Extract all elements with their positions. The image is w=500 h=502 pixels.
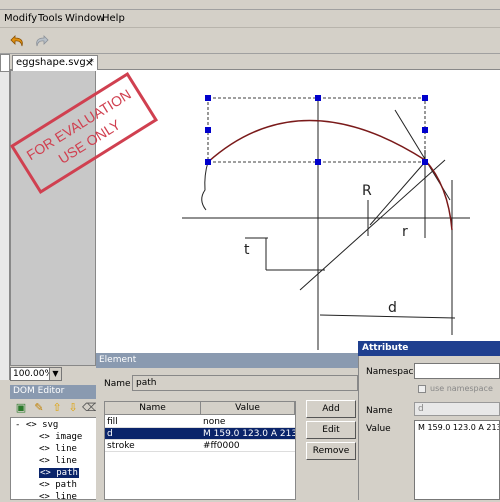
attribute-table[interactable]: Name Value fill none d M 159.0 123.0 A 2… [104, 401, 296, 500]
left-dock [0, 54, 10, 380]
label-d: d [388, 300, 397, 316]
tree-node[interactable]: <> line [39, 492, 77, 502]
handle-middle-left[interactable] [205, 127, 211, 133]
tree-node[interactable]: <> line [39, 444, 77, 454]
use-namespace-checkbox[interactable] [418, 385, 426, 393]
attribute-name-field[interactable]: d [414, 402, 500, 416]
tree-node[interactable]: <> line [39, 456, 77, 466]
menu-window[interactable]: Window [65, 13, 104, 24]
selection-box [207, 97, 426, 163]
toolbar [0, 28, 500, 54]
radius-line [369, 161, 426, 226]
handle-top-right[interactable] [422, 95, 428, 101]
label-t: t [244, 242, 250, 258]
drawing: R r t d [182, 95, 470, 350]
label-r: r [402, 224, 408, 240]
move-down-icon[interactable]: ⇩ [66, 401, 80, 415]
attribute-panel-title: Attribute [358, 341, 500, 356]
namespace-label: Namespace [366, 367, 419, 377]
sketch-curve [201, 161, 209, 211]
handle-middle-right[interactable] [422, 127, 428, 133]
attribute-value-label: Value [366, 424, 391, 434]
namespace-field[interactable] [414, 363, 500, 379]
tree-node-svg[interactable]: - <> svg [15, 420, 58, 430]
move-up-icon[interactable]: ⇧ [50, 401, 64, 415]
tree-node[interactable]: <> image [39, 432, 82, 442]
menu-help[interactable]: Help [102, 13, 125, 24]
dom-editor-toolbar: ▣ ✎ ⇧ ⇩ ⌫ [10, 399, 98, 417]
element-name-field[interactable]: path [132, 375, 358, 391]
element-panel-title: Element [96, 353, 358, 368]
new-node-icon[interactable]: ▣ [14, 401, 28, 415]
table-row[interactable]: fill none [105, 416, 295, 428]
dom-tree[interactable]: - <> svg <> image <> line <> line <> pat… [10, 417, 98, 502]
document-tab[interactable]: eggshape.svg * × [12, 55, 98, 71]
svg-canvas[interactable]: R r t d [96, 70, 500, 360]
window-top-strip [0, 0, 500, 10]
use-namespace-label: use namespace [430, 384, 493, 393]
column-header-name[interactable]: Name [105, 402, 201, 415]
handle-bottom-right[interactable] [422, 159, 428, 165]
label-R: R [362, 183, 372, 199]
menu-modify[interactable]: Modify [4, 13, 37, 24]
edit-node-icon[interactable]: ✎ [32, 401, 46, 415]
delete-node-icon[interactable]: ⌫ [82, 401, 98, 415]
handle-top-middle[interactable] [315, 95, 321, 101]
undo-icon[interactable] [8, 31, 28, 51]
menu-bar: Modify Tools Window Help [0, 10, 500, 28]
table-row-selected[interactable]: d M 159.0 123.0 A 213.0 ... [105, 428, 295, 440]
close-icon[interactable]: × [85, 56, 94, 69]
redo-icon[interactable] [31, 31, 51, 51]
document-tab-title: eggshape.svg * [16, 57, 94, 68]
tree-node-selected[interactable]: <> path [39, 468, 79, 478]
remove-button[interactable]: Remove [306, 442, 356, 460]
table-row[interactable]: stroke #ff0000 [105, 440, 295, 452]
handle-bottom-middle[interactable] [315, 159, 321, 165]
chevron-down-icon[interactable]: ▼ [49, 368, 61, 380]
column-header-value[interactable]: Value [201, 402, 295, 415]
left-dock-tab[interactable] [0, 54, 10, 72]
edit-button[interactable]: Edit [306, 421, 356, 439]
handle-bottom-left[interactable] [205, 159, 211, 165]
diagonal-line [299, 159, 446, 291]
tree-node[interactable]: <> path [39, 480, 77, 490]
menu-tools[interactable]: Tools [38, 13, 63, 24]
handle-top-left[interactable] [205, 95, 211, 101]
element-name-label: Name [104, 379, 131, 389]
attribute-value-field[interactable]: M 159.0 123.0 A 213.0 [414, 420, 500, 500]
attribute-name-label: Name [366, 406, 393, 416]
add-button[interactable]: Add [306, 400, 356, 418]
dom-editor-title: DOM Editor [10, 385, 98, 399]
egg-arc-path[interactable] [207, 119, 453, 231]
